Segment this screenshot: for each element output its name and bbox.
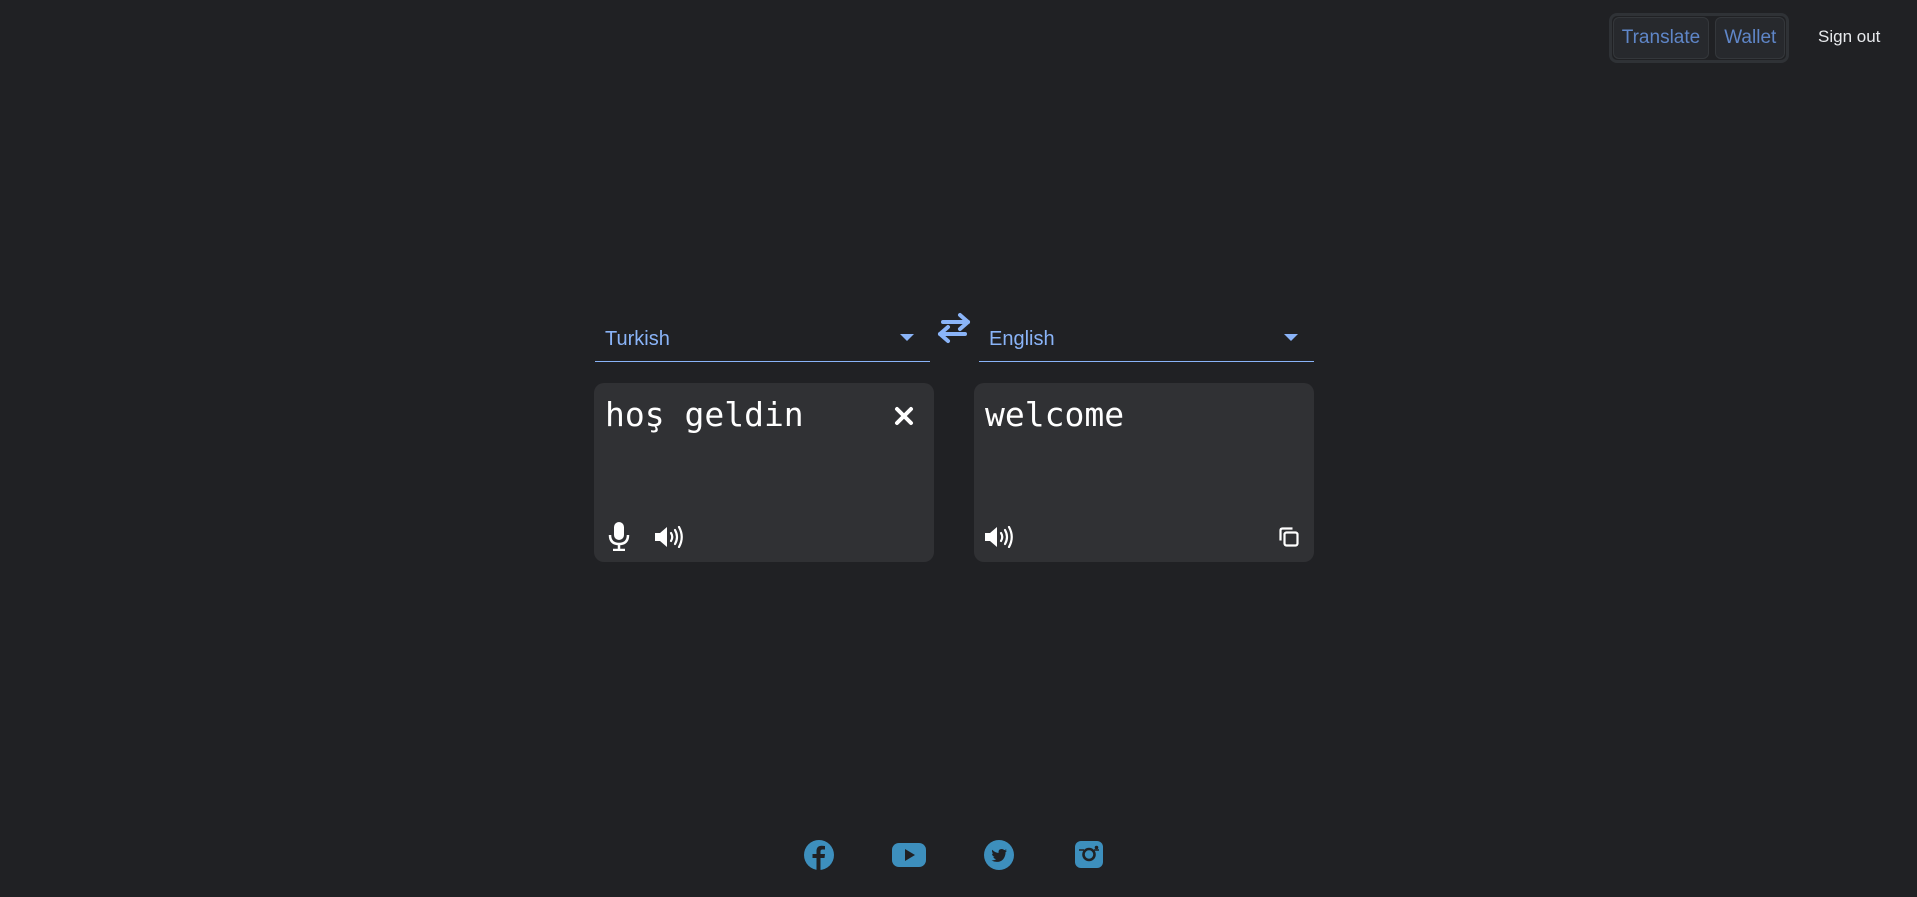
source-text-box[interactable]: hoş geldin (594, 383, 934, 562)
wallet-button[interactable]: Wallet (1715, 17, 1786, 59)
translated-text: welcome (985, 395, 1125, 434)
clear-icon[interactable] (894, 406, 914, 426)
facebook-icon[interactable] (803, 839, 835, 871)
speaker-icon[interactable] (654, 526, 684, 548)
chevron-down-icon (1284, 334, 1298, 341)
source-language-select[interactable]: Turkish (595, 318, 930, 362)
youtube-icon[interactable] (891, 839, 927, 871)
sign-out-button[interactable]: Sign out (1818, 27, 1880, 47)
target-language-select[interactable]: English (979, 318, 1314, 362)
translator-page: Translate Wallet Sign out Turkish Englis… (0, 0, 1917, 897)
target-text-box: welcome (974, 383, 1314, 562)
microphone-icon[interactable] (608, 521, 630, 551)
top-nav: Translate Wallet (1609, 13, 1789, 63)
swap-languages-icon[interactable] (935, 311, 973, 345)
copy-icon[interactable] (1278, 526, 1300, 548)
source-language-label: Turkish (605, 328, 670, 350)
source-text-input[interactable]: hoş geldin (605, 395, 804, 434)
translate-button[interactable]: Translate (1612, 17, 1710, 59)
speaker-icon[interactable] (984, 526, 1014, 548)
chevron-down-icon (900, 334, 914, 341)
instagram-icon[interactable] (1074, 839, 1104, 869)
twitter-icon[interactable] (983, 839, 1015, 871)
target-language-label: English (989, 328, 1055, 350)
